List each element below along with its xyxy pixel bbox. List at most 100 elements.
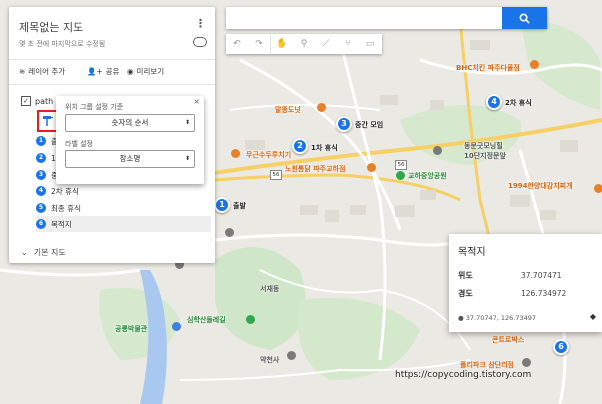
paint-bucket-icon[interactable]: ◆	[590, 312, 596, 321]
poi-label[interactable]: 심학산둘레길	[187, 315, 226, 325]
style-popup: × 위치 그룹 설정 기준 숫자의 순서 ⬍ 라벨 설정 장소명 ⬍	[56, 96, 204, 184]
restaurant-icon[interactable]	[317, 103, 326, 112]
shop-icon[interactable]	[522, 358, 531, 367]
poi-label[interactable]: 1994한양대감치찌개	[508, 181, 573, 191]
layer-header[interactable]: ✓ path	[21, 96, 53, 106]
marker-label: 중간 모임	[355, 121, 384, 129]
select-arrow-icon: ⬍	[184, 119, 190, 126]
watermark: https://copycoding.tistory.com	[395, 370, 532, 380]
item-number: 2	[36, 153, 46, 163]
poi-label: 서재동	[260, 285, 280, 293]
marker-label: 2차 휴식	[505, 99, 532, 107]
poi-label[interactable]: 무근수두루치기	[246, 150, 291, 160]
add-layer-label: 레이어 추가	[28, 67, 66, 76]
search-button[interactable]	[502, 7, 547, 29]
restaurant-icon[interactable]	[367, 163, 376, 172]
item-number: 6	[36, 219, 46, 229]
restaurant-icon[interactable]	[530, 60, 539, 69]
marker-label: 출발	[233, 202, 246, 210]
poi-label[interactable]: 폴리파크 삼단리점	[460, 360, 514, 370]
park-icon[interactable]	[246, 315, 255, 324]
group-by-select[interactable]: 숫자의 순서 ⬍	[65, 114, 195, 132]
map-marker-6[interactable]: 6	[553, 339, 569, 355]
chevron-down-icon[interactable]: ⌄	[21, 248, 28, 257]
preview-label: 미리보기	[136, 67, 165, 76]
map-toolbar: ↶ ↷ ✋ ⚲ ⟋ ⑂ ▭	[226, 34, 382, 54]
marker-label: 1차 휴식	[311, 144, 338, 152]
preview-button[interactable]: ◉ 미리보기	[127, 66, 164, 77]
item-number: 5	[36, 203, 46, 213]
hand-icon[interactable]: ✋	[270, 34, 293, 54]
layer-checkbox[interactable]: ✓	[21, 96, 31, 106]
poi-label[interactable]: 콘트로박스	[492, 335, 524, 345]
add-layer-button[interactable]: ≋ 레이어 추가	[19, 66, 65, 77]
paint-roller-icon	[43, 116, 53, 126]
list-item[interactable]: 1출	[36, 133, 58, 149]
road-shield: 56	[270, 170, 282, 180]
draw-line-icon[interactable]: ⟋	[315, 34, 337, 54]
list-item[interactable]: 5 최종 휴식	[36, 200, 81, 216]
poi-label[interactable]: 동문굿모닝힐	[464, 141, 503, 151]
building-icon[interactable]	[433, 146, 442, 155]
share-label: 공유	[105, 67, 120, 76]
more-options-icon[interactable]: ⋮	[195, 17, 206, 30]
item-number: 4	[36, 186, 46, 196]
coordinates-text[interactable]: ● 37.70747, 126.73497	[458, 314, 536, 322]
map-title[interactable]: 제목없는 지도	[19, 19, 83, 35]
poi-label[interactable]: BHC치킨 파주다율점	[456, 63, 520, 73]
ruler-icon[interactable]: ▭	[359, 34, 381, 54]
park-icon[interactable]	[396, 171, 405, 180]
share-button[interactable]: 👤+ 공유	[87, 66, 119, 77]
map-marker-3[interactable]: 3	[336, 116, 352, 132]
list-item[interactable]: 6 목적지	[36, 216, 211, 232]
item-label: 목적지	[51, 219, 72, 229]
group-by-value: 숫자의 순서	[111, 118, 149, 127]
label-setting-label: 라벨 설정	[65, 140, 93, 148]
map-marker-2[interactable]: 2	[292, 138, 308, 154]
poi-label[interactable]: 10단지정문앞	[464, 151, 506, 161]
base-map-row[interactable]: ⌄ 기본 지도	[21, 247, 66, 258]
lng-key: 경도	[458, 289, 473, 298]
poi-label[interactable]: 말똥도넛	[275, 105, 301, 115]
lat-key: 위도	[458, 271, 473, 280]
close-icon[interactable]: ×	[193, 97, 200, 106]
place-info-card: 목적지 위도 37.707471 경도 126.734972 ● 37.7074…	[449, 234, 602, 332]
cloud-saved-icon	[193, 37, 207, 47]
base-map-label: 기본 지도	[33, 248, 66, 257]
list-item[interactable]: 4 2차 휴식	[36, 183, 79, 199]
map-marker-4[interactable]: 4	[486, 94, 502, 110]
list-item[interactable]: 3중	[36, 167, 58, 183]
list-item[interactable]: 21	[36, 150, 56, 166]
search-icon	[519, 13, 530, 24]
poi-label[interactable]: 교하중앙공원	[408, 171, 447, 181]
map-marker-1[interactable]: 1	[214, 197, 230, 213]
road-shield: 56	[395, 160, 407, 170]
label-select[interactable]: 장소명 ⬍	[65, 150, 195, 168]
poi-label[interactable]: 노원통닭 파주교하점	[285, 164, 345, 174]
poi-label[interactable]: 공룡박물관	[115, 324, 147, 334]
item-label: 최종 휴식	[51, 203, 81, 213]
temple-icon[interactable]	[287, 351, 296, 360]
restaurant-icon[interactable]	[594, 184, 602, 193]
restaurant-icon[interactable]	[231, 149, 240, 158]
layer-name[interactable]: path	[35, 97, 53, 106]
marker-icon[interactable]: ⚲	[293, 34, 315, 54]
eye-icon: ◉	[127, 67, 134, 76]
lng-value: 126.734972	[521, 289, 567, 298]
select-arrow-icon: ⬍	[184, 155, 190, 162]
save-status: 몇 초 전에 마지막으로 수정됨	[19, 40, 106, 48]
directions-icon[interactable]: ⑂	[337, 34, 359, 54]
undo-icon[interactable]: ↶	[226, 34, 248, 54]
add-person-icon: 👤+	[87, 67, 103, 76]
item-number: 1	[36, 136, 46, 146]
panel-actions: ≋ 레이어 추가 👤+ 공유 ◉ 미리보기	[9, 59, 215, 85]
layers-icon: ≋	[19, 67, 26, 76]
place-icon[interactable]	[225, 228, 234, 237]
redo-icon[interactable]: ↷	[248, 34, 270, 54]
lat-value: 37.707471	[521, 271, 562, 280]
place-title: 목적지	[458, 247, 486, 258]
label-value: 장소명	[119, 154, 141, 163]
search-box[interactable]	[226, 7, 547, 29]
poi-label[interactable]: 약천사	[260, 355, 279, 365]
museum-icon[interactable]	[172, 322, 181, 331]
